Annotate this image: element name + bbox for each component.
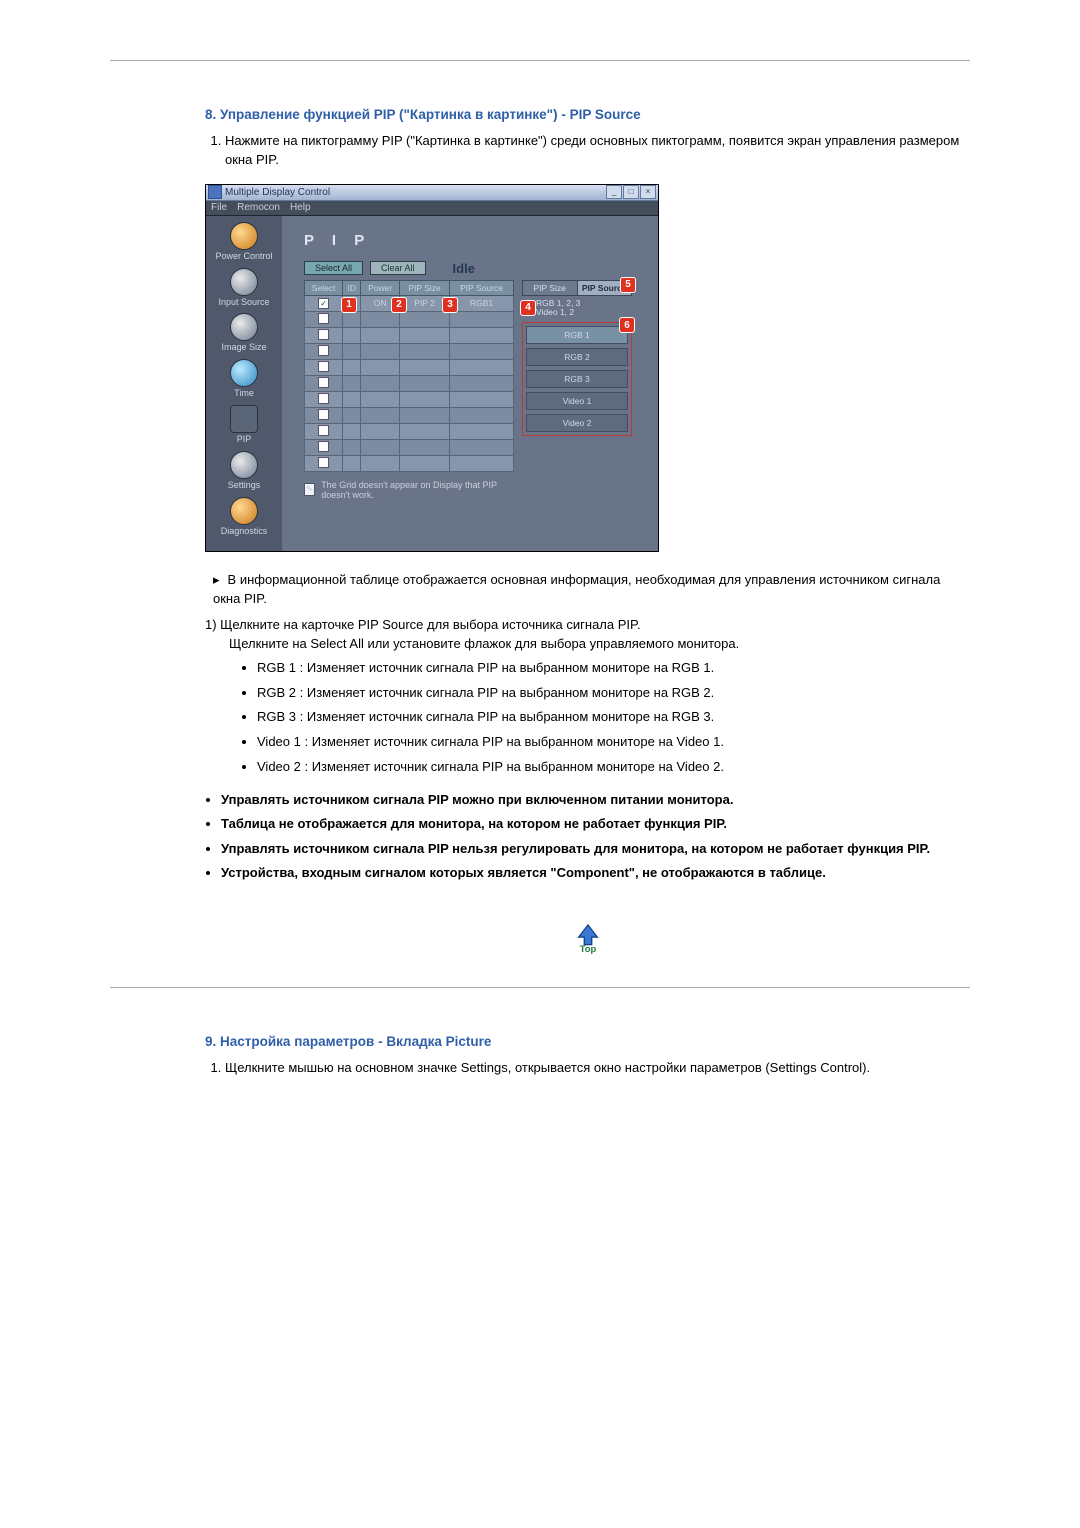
source-list: 6 RGB 1 RGB 2 RGB 3 Video 1 Video 2 [522, 322, 632, 436]
mid-divider [110, 987, 970, 988]
content-sec9: 9. Настройка параметров - Вкладка Pictur… [110, 1034, 970, 1078]
source-effect-list: RGB 1 : Изменяет источник сигнала PIP на… [257, 656, 970, 779]
right-tabs: PIP Size PIP Source [522, 280, 632, 296]
menubar: File Remocon Help [206, 201, 658, 216]
top-divider [110, 60, 970, 61]
clear-all-button[interactable]: Clear All [370, 261, 426, 275]
menu-help[interactable]: Help [290, 202, 311, 213]
row-checkbox[interactable] [318, 441, 329, 452]
menu-remocon[interactable]: Remocon [237, 202, 280, 213]
sidebar-item-input[interactable]: Input Source [206, 268, 282, 308]
src-video2[interactable]: Video 2 [526, 414, 628, 432]
table-row [305, 327, 514, 343]
sidebar-item-time[interactable]: Time [206, 359, 282, 399]
imagesize-icon [230, 313, 258, 341]
sidebar-item-pip[interactable]: PIP [206, 405, 282, 445]
src-rgb1[interactable]: RGB 1 [526, 326, 628, 344]
table-row[interactable]: 1 ON PIP 2 RGB1 [305, 295, 514, 311]
sidebar: Power Control Input Source Image Size Ti… [206, 216, 282, 551]
panel-title: P I P [304, 232, 648, 249]
section-9-heading: 9. Настройка параметров - Вкладка Pictur… [205, 1034, 970, 1049]
power-icon [230, 222, 258, 250]
section-8-heading: 8. Управление функцией PIP ("Картинка в … [205, 107, 970, 122]
list-item: Таблица не отображается для монитора, на… [221, 813, 970, 835]
pip-icon [230, 405, 258, 433]
app-window: Multiple Display Control _ □ × File Remo… [205, 184, 659, 552]
list-item: Video 1 : Изменяет источник сигнала PIP … [257, 730, 970, 755]
table-row [305, 407, 514, 423]
section-9-step: Щелкните мышью на основном значке Settin… [225, 1059, 970, 1078]
col-select: Select [305, 280, 343, 295]
info-bullet: В информационной таблице отображается ос… [213, 570, 970, 609]
row-checkbox[interactable] [318, 377, 329, 388]
window-title: Multiple Display Control [225, 187, 330, 198]
row-checkbox[interactable] [318, 409, 329, 420]
table-row [305, 439, 514, 455]
src-rgb2[interactable]: RGB 2 [526, 348, 628, 366]
bold-notes: Управлять источником сигнала PIP можно п… [205, 789, 970, 883]
row-checkbox[interactable] [318, 329, 329, 340]
sidebar-item-power[interactable]: Power Control [206, 222, 282, 262]
list-item: RGB 3 : Изменяет источник сигнала PIP на… [257, 705, 970, 730]
minimize-button[interactable]: _ [606, 185, 622, 199]
maximize-button[interactable]: □ [623, 185, 639, 199]
callout-5: 5 [620, 277, 636, 293]
back-to-top-link[interactable]: Top [569, 924, 607, 954]
close-button[interactable]: × [640, 185, 656, 199]
src-video1[interactable]: Video 1 [526, 392, 628, 410]
list-item: RGB 1 : Изменяет источник сигнала PIP на… [257, 656, 970, 681]
row-checkbox[interactable] [318, 425, 329, 436]
table-row [305, 455, 514, 471]
menu-file[interactable]: File [211, 202, 227, 213]
callout-1: 1 [341, 297, 357, 313]
table-row [305, 343, 514, 359]
clock-icon [230, 359, 258, 387]
footnote-icon: ✎ [304, 483, 315, 496]
table-row [305, 359, 514, 375]
main-panel: P I P Select All Clear All Idle Select I… [282, 216, 658, 551]
list-item: Video 2 : Изменяет источник сигнала PIP … [257, 755, 970, 780]
app-icon [208, 185, 222, 199]
col-id: ID [343, 280, 361, 295]
gear-icon [230, 451, 258, 479]
callout-6: 6 [619, 317, 635, 333]
input-icon [230, 268, 258, 296]
row-checkbox[interactable] [318, 361, 329, 372]
content: 8. Управление функцией PIP ("Картинка в … [110, 107, 970, 957]
col-pipsize: PIP Size [400, 280, 450, 295]
row-checkbox[interactable] [318, 345, 329, 356]
col-pipsource: PIP Source [450, 280, 514, 295]
tab-pip-size[interactable]: PIP Size [523, 281, 577, 295]
table-row [305, 391, 514, 407]
table-row [305, 423, 514, 439]
select-all-button[interactable]: Select All [304, 261, 363, 275]
row-checkbox[interactable] [318, 393, 329, 404]
table-row [305, 375, 514, 391]
list-item: Устройства, входным сигналом которых явл… [221, 862, 970, 884]
source-info: RGB 1, 2, 3 Video 1, 2 [522, 299, 632, 318]
display-table: Select ID Power PIP Size PIP Source 1 O [304, 280, 514, 472]
callout-4: 4 [520, 300, 536, 316]
footnote-text: The Grid doesn't appear on Display that … [321, 480, 514, 500]
sidebar-item-settings[interactable]: Settings [206, 451, 282, 491]
src-rgb3[interactable]: RGB 3 [526, 370, 628, 388]
row-checkbox[interactable] [318, 298, 329, 309]
callout-2: 2 [391, 297, 407, 313]
status-idle: Idle [453, 261, 475, 276]
diagnostics-icon [230, 497, 258, 525]
row-checkbox[interactable] [318, 313, 329, 324]
section-8-step: Нажмите на пиктограмму PIP ("Картинка в … [225, 132, 970, 170]
sidebar-item-imagesize[interactable]: Image Size [206, 313, 282, 353]
col-power: Power [361, 280, 400, 295]
table-row [305, 311, 514, 327]
callout-3: 3 [442, 297, 458, 313]
list-item: Управлять источником сигнала PIP можно п… [221, 789, 970, 811]
sub-step-1: 1) Щелкните на карточке PIP Source для в… [205, 615, 970, 654]
top-label: Top [579, 944, 596, 954]
list-item: Управлять источником сигнала PIP нельзя … [221, 838, 970, 860]
list-item: RGB 2 : Изменяет источник сигнала PIP на… [257, 681, 970, 706]
sidebar-item-diagnostics[interactable]: Diagnostics [206, 497, 282, 537]
titlebar: Multiple Display Control _ □ × [206, 185, 658, 201]
row-checkbox[interactable] [318, 457, 329, 468]
